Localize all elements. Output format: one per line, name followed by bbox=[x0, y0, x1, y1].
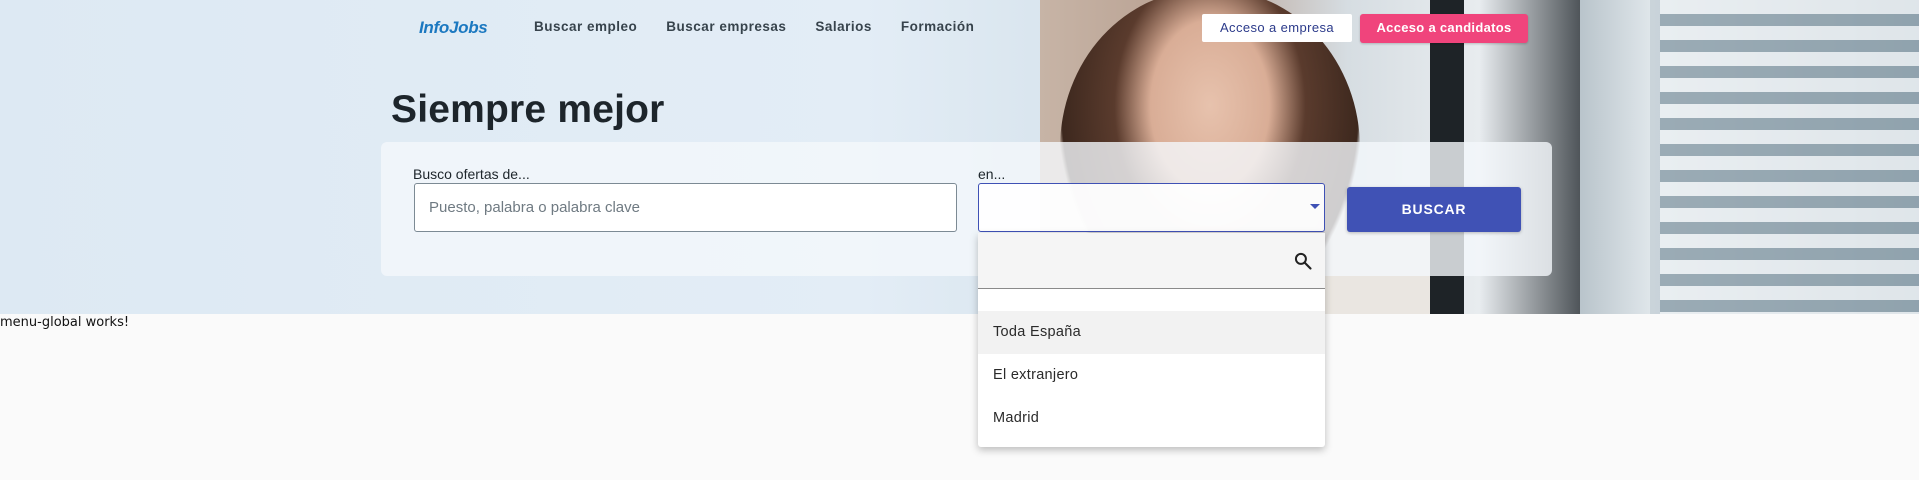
acceso-empresa-button[interactable]: Acceso a empresa bbox=[1202, 14, 1352, 42]
nav-formacion[interactable]: Formación bbox=[901, 19, 975, 34]
infojobs-logo[interactable]: InfoJobs bbox=[419, 18, 488, 38]
acceso-candidatos-button[interactable]: Acceso a candidatos bbox=[1360, 14, 1528, 43]
location-label: en... bbox=[978, 166, 1006, 182]
keyword-label: Busco ofertas de... bbox=[413, 166, 530, 182]
nav-buscar-empresas[interactable]: Buscar empresas bbox=[666, 19, 786, 34]
location-option-toda-espana[interactable]: Toda España bbox=[978, 311, 1325, 354]
location-select[interactable] bbox=[978, 183, 1325, 232]
main-nav: Buscar empleo Buscar empresas Salarios F… bbox=[534, 19, 1003, 34]
location-search-input[interactable] bbox=[990, 247, 1274, 277]
menu-global-text: menu-global works! bbox=[0, 315, 130, 330]
location-option-el-extranjero[interactable]: El extranjero bbox=[978, 354, 1325, 397]
hero-banner: InfoJobs Buscar empleo Buscar empresas S… bbox=[0, 0, 1919, 314]
keyword-input[interactable] bbox=[414, 183, 957, 232]
page-title: Siempre mejor bbox=[391, 88, 665, 131]
nav-buscar-empleo[interactable]: Buscar empleo bbox=[534, 19, 637, 34]
nav-salarios[interactable]: Salarios bbox=[815, 19, 872, 34]
location-option-madrid[interactable]: Madrid bbox=[978, 397, 1325, 440]
location-dropdown: Toda España El extranjero Madrid bbox=[978, 233, 1325, 447]
hero-photo-blinds bbox=[1660, 0, 1919, 314]
search-icon[interactable] bbox=[1293, 251, 1313, 271]
hero-photo-window bbox=[1580, 0, 1650, 314]
location-search-box bbox=[978, 233, 1325, 289]
dropdown-caret-icon bbox=[1310, 204, 1320, 209]
buscar-button[interactable]: BUSCAR bbox=[1347, 187, 1521, 232]
